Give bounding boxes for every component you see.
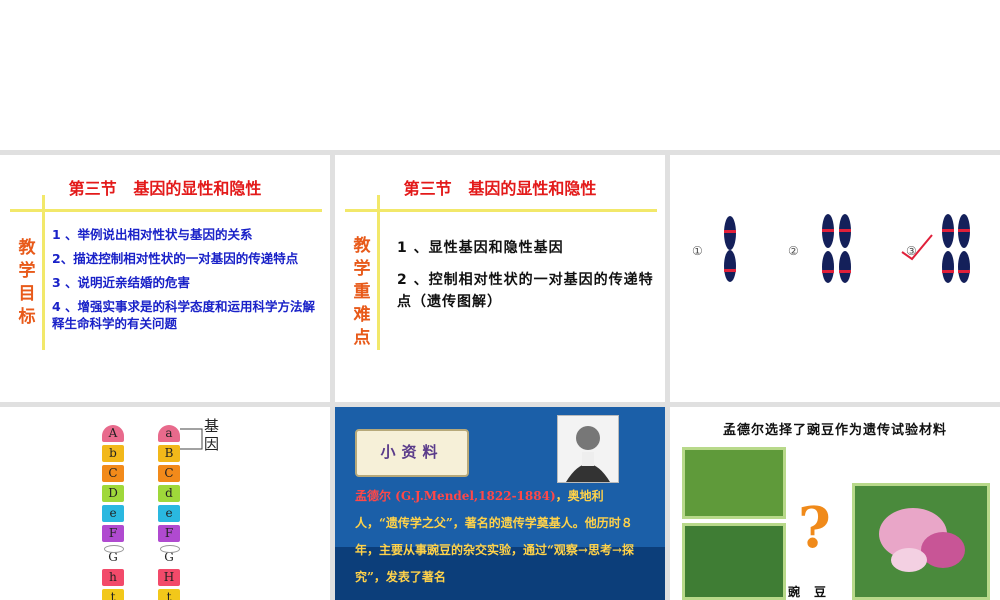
side-label: 教 学 重 难 点 [353, 236, 371, 348]
gene-segment: b [102, 445, 124, 462]
chromosome-pair-checked [942, 214, 970, 283]
mendel-name: 孟德尔 (G.J.Mendel,1822-1884) [355, 489, 556, 503]
gene-segment: C [102, 465, 124, 482]
gene-segment: F [102, 525, 124, 542]
slide-pea-material[interactable]: 孟德尔选择了豌豆作为遗传试验材料 ? 豌豆 [670, 407, 1000, 600]
list-item: 4 、增强实事求是的科学态度和运用科学方法解释生命科学的有关问题 [52, 299, 316, 331]
mendel-bio: 孟德尔 (G.J.Mendel,1822-1884)，奥地利人，“遗传学之父”，… [355, 483, 645, 591]
info-tag: 小资料 [355, 429, 469, 477]
slide-gene-strands[interactable]: 基因 AbCDeFGht aBCdeFGHt [0, 407, 330, 600]
gene-segment: a [158, 425, 180, 442]
gene-segment: t [158, 589, 180, 600]
chromosome-pair [822, 214, 851, 283]
gene-segment: H [158, 569, 180, 586]
chromosome-single [724, 216, 736, 282]
gene-strand-right: aBCdeFGHt [158, 425, 180, 600]
mendel-portrait [557, 415, 619, 483]
divider-vertical [42, 195, 45, 350]
side-label: 教 学 目 标 [18, 238, 36, 327]
mendel-bio-text: ，奥地利人，“遗传学之父”，著名的遗传学奠基人。他历时８年，主要从事豌豆的杂交实… [355, 489, 635, 584]
list-item: 2 、控制相对性状的一对基因的传递特点（遗传图解） [397, 272, 654, 310]
pea-flower-photo [852, 483, 990, 600]
slide-title: 第三节 基因的显性和隐性 [403, 179, 597, 198]
divider-vertical [377, 195, 380, 350]
pea-caption: 豌豆 [788, 585, 841, 599]
gene-segment: e [158, 505, 180, 522]
gene-segment: e [102, 505, 124, 522]
slide-mendel-info[interactable]: 小资料 孟德尔 (G.J.Mendel,1822-1884)，奥地利人，“遗传学… [335, 407, 665, 600]
list-item: 2、描述控制相对性状的一对基因的传递特点 [52, 251, 299, 266]
divider-horizontal [345, 209, 657, 212]
list-item: 3 、说明近亲结婚的危害 [52, 275, 191, 290]
pea-pods-photo [682, 447, 786, 519]
gene-segment: A [102, 425, 124, 442]
slide-title: 第三节 基因的显性和隐性 [68, 179, 262, 198]
slide-key-points[interactable]: 第三节 基因的显性和隐性 教 学 重 难 点 1 、显性基因和隐性基因 2 、控… [335, 155, 665, 402]
slide-chromosomes[interactable]: ① ② ③ [670, 155, 1000, 402]
gene-segment: t [102, 589, 124, 600]
gene-segment: F [158, 525, 180, 542]
slide-teaching-goals[interactable]: 第三节 基因的显性和隐性 教 学 目 标 1 、举例说出相对性状与基因的关系 2… [0, 155, 330, 402]
list-item: 1 、显性基因和隐性基因 [397, 240, 564, 256]
chromosome-diagram [724, 214, 970, 283]
centromere [160, 545, 180, 553]
pea-vines-photo [682, 523, 786, 600]
points-list: 1 、显性基因和隐性基因 2 、控制相对性状的一对基因的传递特点（遗传图解） [397, 237, 659, 323]
goals-list: 1 、举例说出相对性状与基因的关系 2、描述控制相对性状的一对基因的传递特点 3… [52, 226, 322, 339]
gene-segment: D [102, 485, 124, 502]
gene-segment: C [158, 465, 180, 482]
check-mark-icon [901, 234, 933, 261]
divider-horizontal [10, 209, 322, 212]
gene-segment: h [102, 569, 124, 586]
centromere [104, 545, 124, 553]
gene-segment: d [158, 485, 180, 502]
gene-strand-left: AbCDeFGht [102, 425, 124, 600]
list-item: 1 、举例说出相对性状与基因的关系 [52, 227, 253, 242]
question-mark: ? [798, 495, 831, 561]
slide-title: 孟德尔选择了豌豆作为遗传试验材料 [722, 423, 947, 438]
gene-segment: B [158, 445, 180, 462]
